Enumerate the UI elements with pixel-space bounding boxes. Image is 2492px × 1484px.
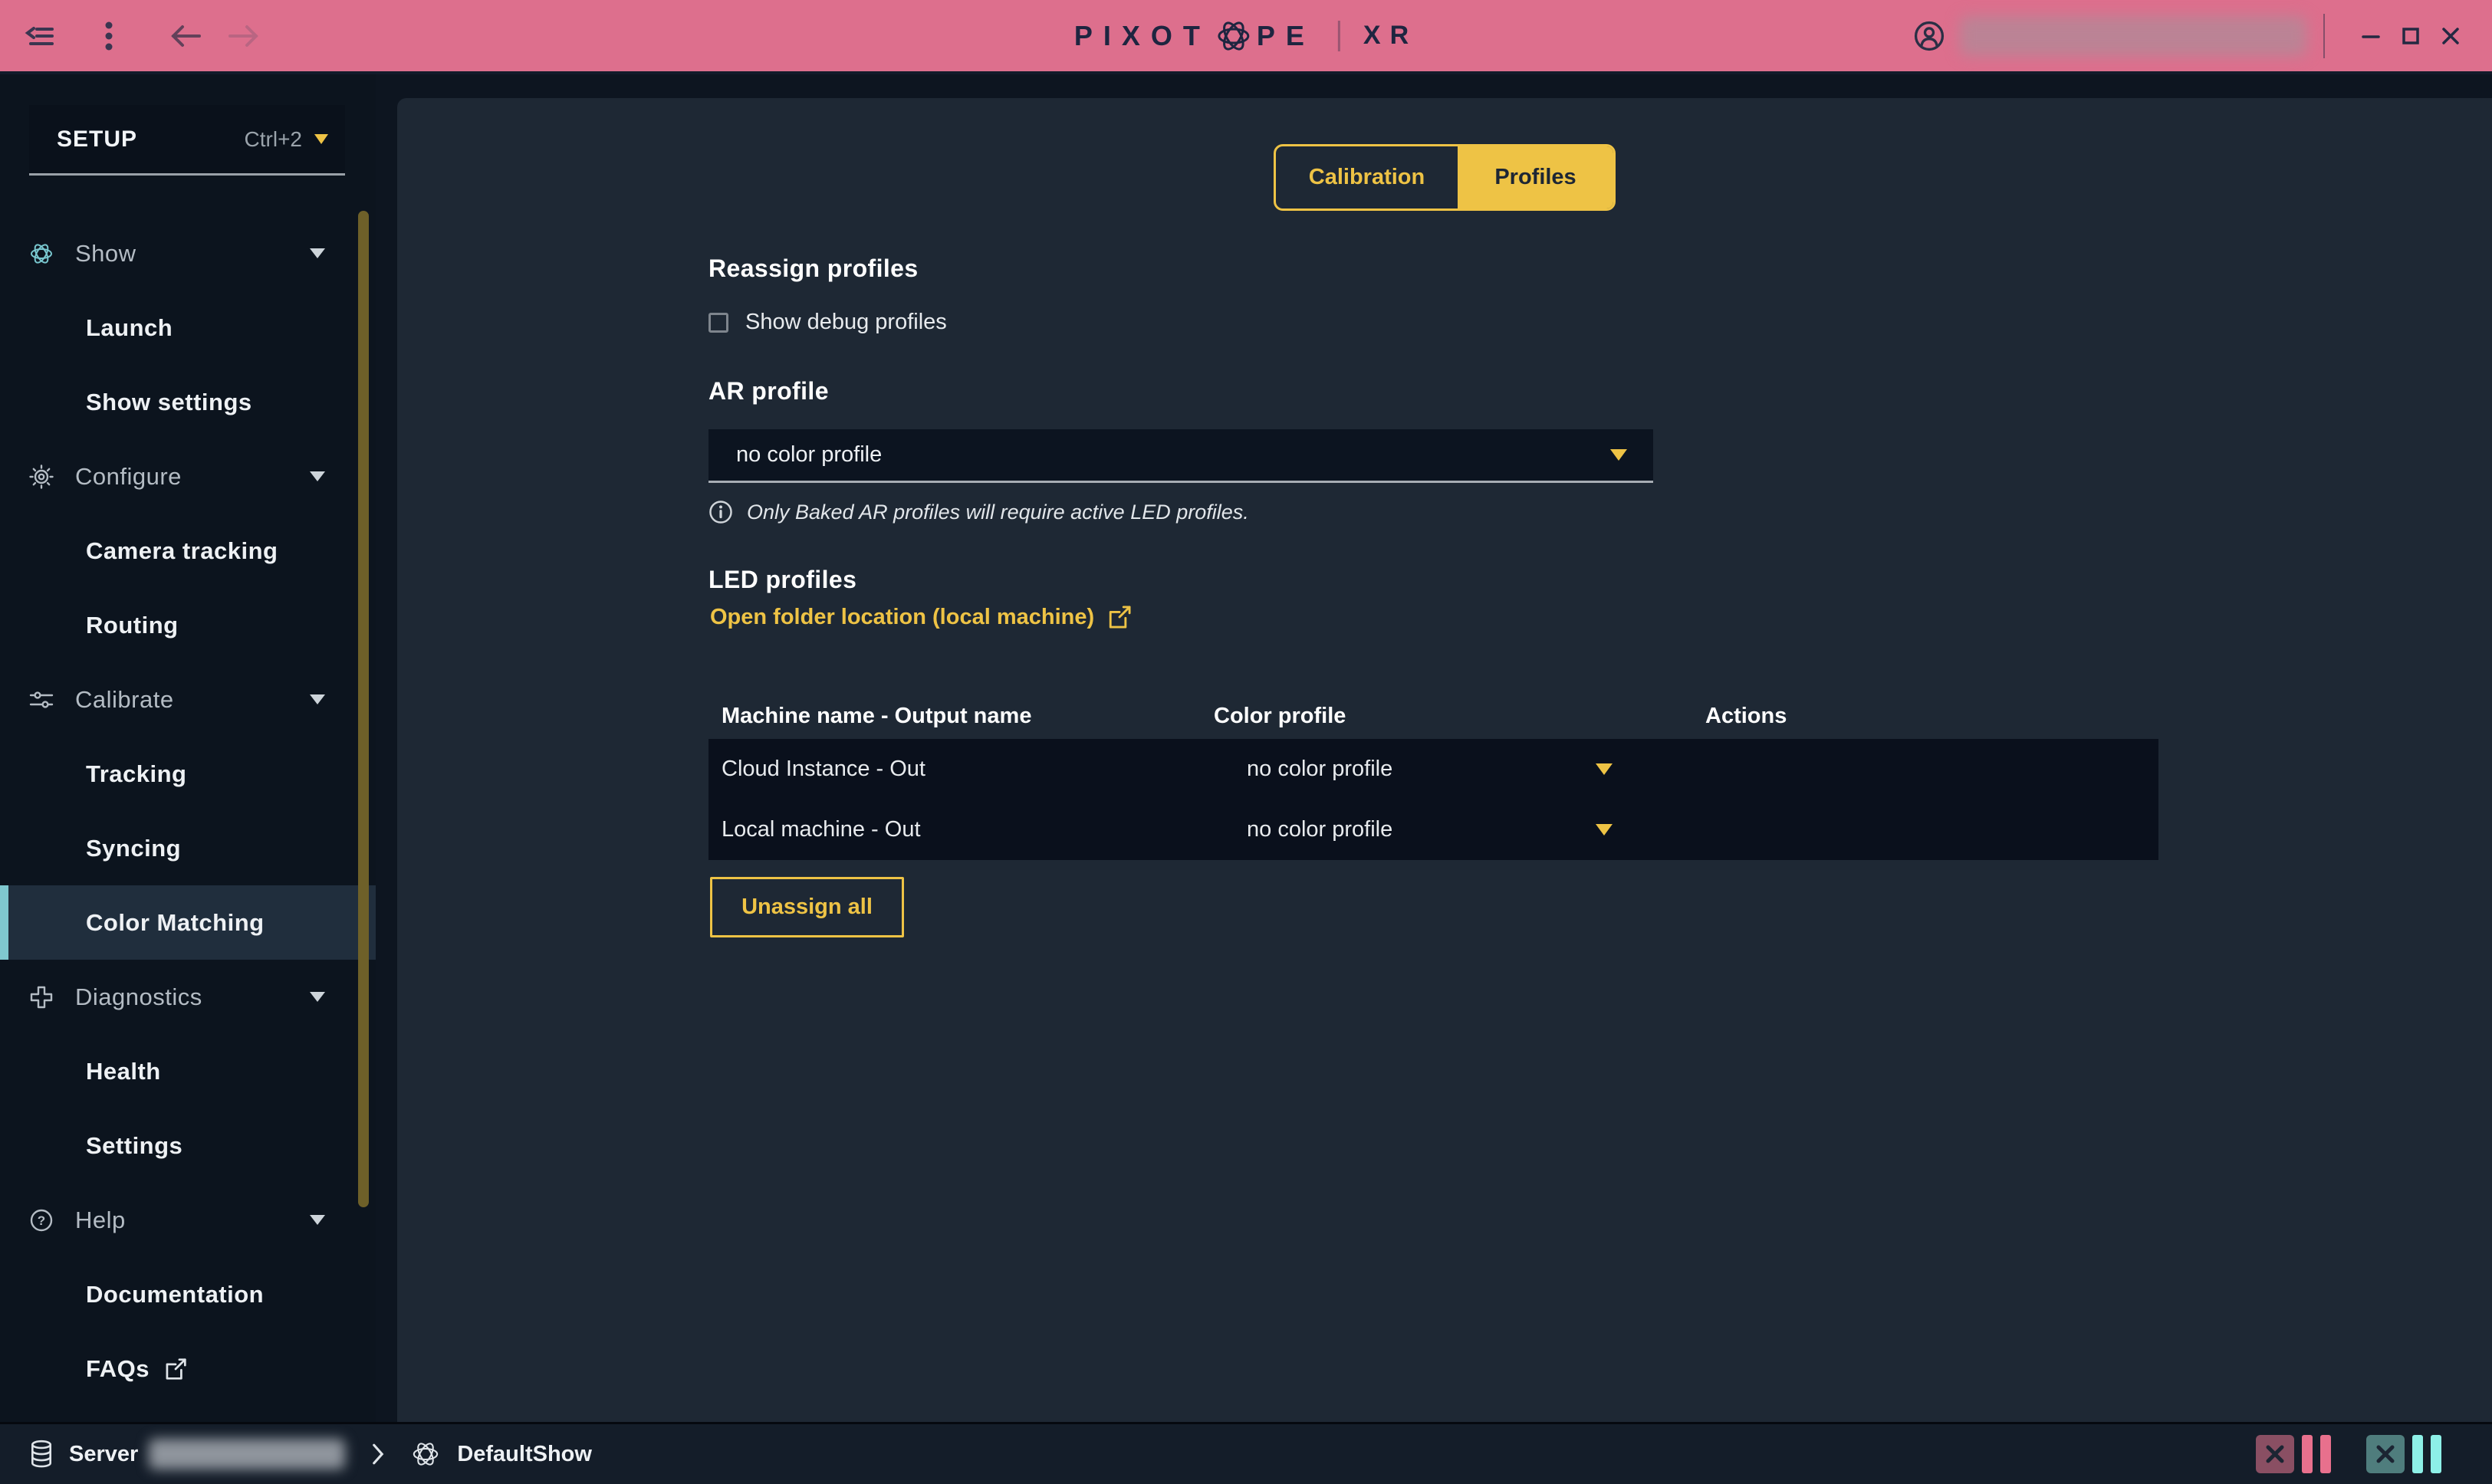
- chevron-down-icon: [310, 1215, 325, 1225]
- unassign-all-button[interactable]: Unassign all: [710, 877, 904, 937]
- logo-divider: [1338, 21, 1340, 51]
- led-profiles-table: Cloud Instance - Out no color profile Lo…: [708, 739, 2158, 860]
- titlebar-divider: [2323, 14, 2325, 58]
- chevron-right-icon: [370, 1441, 386, 1467]
- sidebar-item-settings[interactable]: Settings: [0, 1108, 376, 1183]
- sidebar-nav: Show Launch Show settings Configure: [0, 216, 376, 1406]
- led-profiles-title: LED profiles: [708, 566, 856, 594]
- question-icon: ?: [28, 1207, 55, 1234]
- chevron-down-icon: [1610, 449, 1627, 461]
- led-profiles-table-header: Machine name - Output name Color profile…: [708, 694, 2158, 737]
- sidebar-item-faqs[interactable]: FAQs: [0, 1331, 376, 1406]
- column-actions: Actions: [1705, 704, 2158, 729]
- ar-profile-dropdown[interactable]: no color profile: [708, 429, 1653, 483]
- pixotope-knot-icon: [1214, 16, 1254, 56]
- sidebar-item-diagnostics[interactable]: Diagnostics: [0, 960, 376, 1034]
- setup-section-selector[interactable]: SETUP Ctrl+2: [29, 105, 345, 176]
- table-row: Local machine - Out no color profile: [708, 799, 2158, 860]
- table-row: Cloud Instance - Out no color profile: [708, 739, 2158, 799]
- pause-icon[interactable]: [2320, 1435, 2331, 1473]
- pause-icon[interactable]: [2412, 1435, 2423, 1473]
- sidebar-item-show[interactable]: Show: [0, 216, 376, 291]
- stop-icon[interactable]: [2256, 1435, 2294, 1473]
- sliders-icon: [28, 686, 55, 714]
- reassign-profiles-title: Reassign profiles: [708, 254, 919, 283]
- chevron-down-icon: [310, 992, 325, 1002]
- info-icon: [708, 500, 733, 524]
- tab-calibration[interactable]: Calibration: [1276, 146, 1458, 208]
- sidebar-item-help[interactable]: ? Help: [0, 1183, 376, 1257]
- profiles-panel: Calibration Profiles Reassign profiles S…: [397, 98, 2492, 1422]
- sidebar-scrollbar[interactable]: [358, 211, 369, 1207]
- chevron-down-icon: [310, 471, 325, 481]
- row-color-profile-dropdown[interactable]: no color profile: [1214, 817, 1613, 842]
- sidebar-item-tracking[interactable]: Tracking: [0, 737, 376, 811]
- sidebar-item-color-matching[interactable]: Color Matching: [0, 885, 376, 960]
- close-icon[interactable]: [2431, 16, 2471, 56]
- logo-text-right: PE: [1257, 20, 1315, 52]
- app-logo: PIXOT PE XR: [1074, 0, 1418, 71]
- sidebar-item-configure[interactable]: Configure: [0, 439, 376, 514]
- setup-label: SETUP: [57, 126, 137, 153]
- pause-icon[interactable]: [2302, 1435, 2313, 1473]
- server-label: Server: [69, 1442, 138, 1467]
- pixotope-knot-icon: [409, 1438, 442, 1470]
- statusbar: Server DefaultShow: [0, 1422, 2492, 1484]
- sidebar-item-camera-tracking[interactable]: Camera tracking: [0, 514, 376, 588]
- logo-text-left: PIXOT: [1074, 20, 1211, 52]
- stop-icon[interactable]: [2366, 1435, 2405, 1473]
- kebab-menu-icon[interactable]: [92, 19, 126, 53]
- row-color-profile-dropdown[interactable]: no color profile: [1214, 757, 1613, 782]
- maximize-icon[interactable]: [2391, 16, 2431, 56]
- titlebar: PIXOT PE XR: [0, 0, 2492, 74]
- column-color-profile: Color profile: [1214, 704, 1705, 729]
- chevron-down-icon: [1596, 763, 1613, 775]
- show-debug-profiles-checkbox[interactable]: Show debug profiles: [708, 310, 947, 335]
- main-content-area: Calibration Profiles Reassign profiles S…: [376, 74, 2492, 1422]
- sidebar-item-routing[interactable]: Routing: [0, 588, 376, 662]
- ar-profile-note: Only Baked AR profiles will require acti…: [708, 500, 1249, 524]
- gear-icon: [28, 463, 55, 491]
- ar-profile-title: AR profile: [708, 377, 829, 405]
- sidebar-item-launch[interactable]: Launch: [0, 291, 376, 365]
- health-cross-icon: [28, 984, 55, 1010]
- redacted-account-text: [1960, 16, 2306, 56]
- redacted-server-name: [149, 1439, 345, 1469]
- sidebar: SETUP Ctrl+2 Show Launch Show settings: [0, 74, 376, 1422]
- chevron-down-icon: [1596, 824, 1613, 836]
- chevron-down-icon: [314, 134, 328, 144]
- back-arrow-icon[interactable]: [169, 19, 202, 53]
- sidebar-item-health[interactable]: Health: [0, 1034, 376, 1108]
- forward-arrow-icon[interactable]: [227, 19, 261, 53]
- sidebar-item-show-settings[interactable]: Show settings: [0, 365, 376, 439]
- current-show-name[interactable]: DefaultShow: [457, 1442, 592, 1467]
- external-link-icon: [1106, 604, 1133, 630]
- pixotope-knot-icon: [28, 240, 55, 268]
- pause-icon[interactable]: [2431, 1435, 2441, 1473]
- sidebar-item-documentation[interactable]: Documentation: [0, 1257, 376, 1331]
- minimize-icon[interactable]: [2351, 16, 2391, 56]
- collapse-sidebar-icon[interactable]: [23, 19, 57, 53]
- external-link-icon: [163, 1357, 188, 1381]
- svg-text:?: ?: [38, 1213, 45, 1228]
- sidebar-item-calibrate[interactable]: Calibrate: [0, 662, 376, 737]
- product-name: XR: [1363, 21, 1418, 51]
- column-machine-name: Machine name - Output name: [708, 704, 1214, 729]
- setup-shortcut: Ctrl+2: [245, 127, 302, 152]
- account-icon[interactable]: [1912, 19, 1946, 53]
- calibration-profiles-tabs: Calibration Profiles: [1274, 144, 1616, 211]
- open-folder-location-link[interactable]: Open folder location (local machine): [710, 604, 1133, 630]
- database-icon: [28, 1440, 55, 1469]
- sidebar-item-syncing[interactable]: Syncing: [0, 811, 376, 885]
- tab-profiles[interactable]: Profiles: [1458, 146, 1613, 208]
- checkbox-unchecked[interactable]: [708, 313, 728, 333]
- chevron-down-icon: [310, 694, 325, 704]
- chevron-down-icon: [310, 248, 325, 258]
